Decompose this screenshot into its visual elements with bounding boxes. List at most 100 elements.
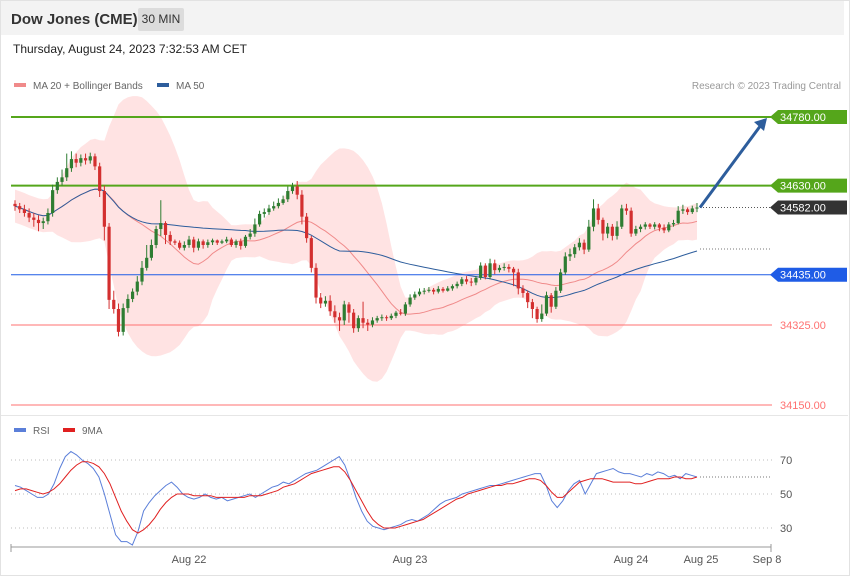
candle-body bbox=[483, 265, 487, 277]
candle-body bbox=[493, 263, 497, 271]
candle-body bbox=[427, 289, 431, 291]
rsi-panel: 70 50 30 bbox=[11, 450, 792, 546]
candle-body bbox=[399, 312, 403, 314]
candle-body bbox=[653, 224, 657, 227]
x-axis-label: Aug 22 bbox=[172, 554, 207, 566]
candle-body bbox=[587, 226, 591, 250]
price-chart: 34780.00 34630.00 34582.00 34435.00 34325.00… bbox=[10, 96, 847, 566]
candle-body bbox=[676, 210, 680, 224]
candle-body bbox=[671, 223, 676, 225]
candle-body bbox=[375, 318, 379, 321]
candle-body bbox=[60, 177, 64, 182]
candle-body bbox=[140, 267, 144, 282]
candle-body bbox=[248, 233, 252, 237]
candle-body bbox=[102, 191, 106, 227]
candle-body bbox=[65, 168, 69, 178]
candle-body bbox=[685, 209, 690, 213]
candle-body bbox=[243, 236, 248, 246]
candle-body bbox=[573, 247, 577, 255]
x-axis-label: Sep 8 bbox=[753, 554, 782, 566]
candle-body bbox=[74, 159, 78, 163]
candle-body bbox=[130, 291, 135, 299]
level-label: 34435.00 bbox=[780, 270, 826, 282]
candle-body bbox=[464, 279, 469, 282]
rsi-line bbox=[14, 450, 698, 546]
candle-body bbox=[352, 312, 356, 329]
candle-body bbox=[41, 221, 45, 224]
candle-body bbox=[615, 226, 619, 236]
candle-body bbox=[648, 224, 652, 227]
level-label: 34582.00 bbox=[780, 203, 826, 215]
candle-body bbox=[178, 242, 182, 248]
candle-body bbox=[657, 224, 661, 228]
candle-body bbox=[366, 322, 370, 325]
candle-body bbox=[540, 313, 544, 320]
candle-body bbox=[690, 208, 694, 213]
candle-body bbox=[417, 291, 422, 295]
candle-body bbox=[469, 281, 473, 283]
candle-body bbox=[446, 288, 450, 291]
candle-body bbox=[107, 226, 111, 300]
candle-body bbox=[549, 295, 553, 307]
candle-body bbox=[154, 229, 158, 245]
candle-body bbox=[629, 210, 633, 234]
candle-body bbox=[196, 241, 201, 248]
candle-body bbox=[516, 272, 520, 289]
candle-body bbox=[455, 283, 459, 287]
candle-body bbox=[695, 207, 699, 209]
candle-body bbox=[502, 266, 506, 268]
bollinger-band-group bbox=[15, 96, 697, 382]
candle-body bbox=[530, 302, 534, 309]
level-label: 34150.00 bbox=[780, 400, 826, 412]
candle-body bbox=[234, 241, 238, 245]
candle-body bbox=[413, 294, 417, 298]
candle-body bbox=[262, 212, 266, 214]
candle-body bbox=[116, 309, 121, 332]
rsi-tick-label: 50 bbox=[780, 489, 792, 501]
candle-body bbox=[229, 239, 233, 245]
candle-body bbox=[286, 191, 290, 200]
x-axis-label: Aug 23 bbox=[393, 554, 428, 566]
candle-body bbox=[201, 241, 205, 245]
candle-body bbox=[370, 320, 375, 325]
candle-body bbox=[121, 308, 125, 332]
candle-body bbox=[295, 186, 299, 195]
candle-body bbox=[319, 297, 323, 304]
candle-body bbox=[163, 223, 168, 235]
candle-body bbox=[257, 213, 262, 225]
level-label: 34780.00 bbox=[780, 112, 826, 124]
candle-body bbox=[36, 219, 41, 224]
forecast-arrow-shaft bbox=[698, 124, 763, 209]
candle-body bbox=[276, 202, 280, 207]
candle-body bbox=[46, 213, 50, 222]
candle-body bbox=[474, 277, 478, 283]
candle-body bbox=[450, 286, 455, 289]
candle-body bbox=[300, 194, 304, 217]
candle-body bbox=[337, 317, 342, 321]
candle-body bbox=[182, 245, 186, 248]
candle-body bbox=[577, 242, 582, 248]
candle-body bbox=[526, 293, 530, 303]
candle-body bbox=[624, 208, 629, 211]
candle-body bbox=[27, 213, 31, 218]
candle-body bbox=[681, 209, 685, 211]
rsi-tick-label: 30 bbox=[780, 523, 792, 535]
candle-body bbox=[267, 208, 271, 213]
candle-body bbox=[126, 298, 130, 309]
candle-body bbox=[83, 158, 88, 161]
candle-body bbox=[380, 317, 384, 319]
candle-body bbox=[436, 288, 440, 292]
candle-body bbox=[643, 224, 647, 227]
candle-body bbox=[638, 226, 643, 229]
candle-body bbox=[441, 288, 445, 291]
candle-body bbox=[290, 186, 295, 192]
candle-body bbox=[488, 263, 492, 277]
candle-body bbox=[220, 241, 224, 243]
candle-body bbox=[93, 156, 97, 167]
candle-body bbox=[460, 279, 464, 284]
candle-body bbox=[634, 229, 638, 234]
candle-body bbox=[521, 288, 525, 293]
candle-body bbox=[98, 166, 102, 192]
forecast-arrow-head bbox=[754, 118, 767, 131]
candle-body bbox=[356, 318, 360, 329]
